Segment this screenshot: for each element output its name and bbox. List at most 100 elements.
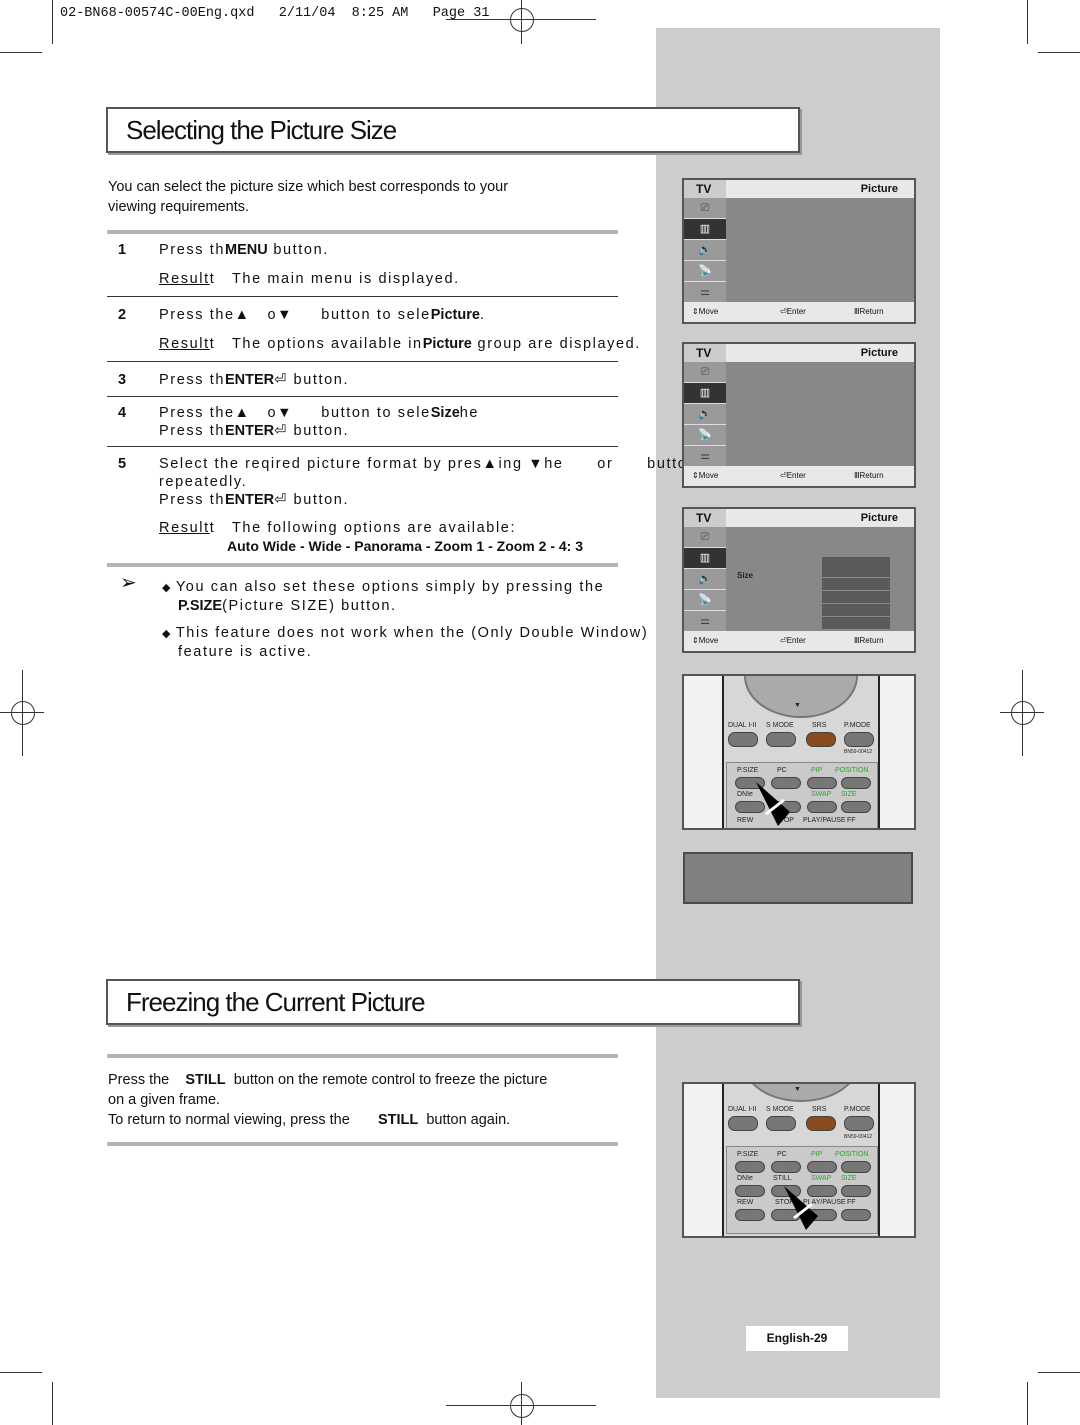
remote-label: FF bbox=[847, 817, 856, 824]
text: . bbox=[479, 307, 486, 323]
picture-icon: ▥ bbox=[684, 548, 726, 569]
text: Move bbox=[698, 471, 719, 480]
crop-mark bbox=[22, 670, 23, 756]
setup-icon: ⚌ bbox=[684, 282, 726, 303]
remote-label: S MODE bbox=[766, 722, 794, 729]
pmode-button bbox=[844, 732, 874, 747]
sound-icon: 🔈 bbox=[684, 240, 726, 261]
print-page-number: 31 bbox=[473, 6, 490, 21]
crop-mark bbox=[0, 1372, 42, 1373]
down-arrow-icon: ▼ bbox=[794, 702, 801, 709]
remote-label: PLAY/PAUSE bbox=[803, 817, 846, 824]
remote-label: P.MODE bbox=[844, 1106, 871, 1113]
text: Press the bbox=[159, 405, 235, 421]
dpad bbox=[744, 1084, 858, 1102]
text: Move bbox=[698, 307, 719, 316]
dual-button bbox=[728, 732, 758, 747]
intro-line: viewing requirements. bbox=[108, 199, 250, 215]
ff-button bbox=[841, 1209, 871, 1221]
crop-mark bbox=[52, 0, 53, 44]
input-icon: ⎚ bbox=[684, 527, 726, 548]
up-arrow-icon: ▲ bbox=[482, 456, 499, 472]
section-title-box: Selecting the Picture Size bbox=[106, 107, 800, 153]
result-text: The following options are available: bbox=[231, 520, 517, 536]
pip-button bbox=[807, 1161, 837, 1173]
crop-mark bbox=[1038, 1372, 1080, 1373]
note-arrow-icon: ➢ bbox=[120, 572, 137, 594]
psize-button bbox=[735, 1161, 765, 1173]
enter-button-label: ENTER bbox=[225, 372, 275, 388]
down-arrow-icon: ▼ bbox=[277, 307, 294, 323]
size-label: Size bbox=[430, 405, 460, 421]
srs-button bbox=[806, 1116, 836, 1131]
position-button bbox=[841, 777, 871, 789]
text: button to sele bbox=[321, 405, 431, 421]
still-label: STILL bbox=[185, 1072, 226, 1088]
menu-icon-column: ⎚ ▥ 🔈 📡 ⚌ bbox=[684, 527, 726, 632]
pc-button bbox=[771, 1161, 801, 1173]
picture-label: Picture bbox=[422, 336, 472, 352]
rew-button bbox=[735, 1209, 765, 1221]
intro-line: You can select the picture size which be… bbox=[108, 179, 509, 195]
intro-text: You can select the picture size which be… bbox=[108, 177, 508, 217]
remote-label: PIP bbox=[811, 767, 823, 774]
text: The options available in bbox=[231, 336, 423, 352]
pmode-button bbox=[844, 1116, 874, 1131]
remote-label: REW bbox=[737, 1199, 754, 1206]
text: Return bbox=[859, 636, 884, 645]
text: This feature does not work when the (Onl… bbox=[175, 625, 649, 641]
remote-label: DUAL I-II bbox=[728, 1106, 757, 1113]
text: Return bbox=[859, 307, 884, 316]
bullet-icon: ◆ bbox=[162, 628, 171, 640]
enter-hint: ⏎ Enter bbox=[780, 302, 806, 322]
section-title: Selecting the Picture Size bbox=[126, 115, 397, 145]
section-title: Freezing the Current Picture bbox=[126, 987, 426, 1017]
text: Press th bbox=[159, 242, 225, 258]
enter-button-label: ENTER bbox=[225, 423, 275, 439]
enter-hint: ⏎ Enter bbox=[780, 466, 806, 486]
text: Press th bbox=[159, 492, 225, 508]
tv-label: TV bbox=[684, 344, 726, 362]
crop-mark bbox=[521, 0, 522, 44]
crop-mark bbox=[0, 52, 42, 53]
text: You can also set these options simply by… bbox=[175, 579, 605, 595]
remote-label: POSITION bbox=[835, 1151, 869, 1158]
menu-title: Picture bbox=[860, 347, 898, 359]
remote-label: STILL bbox=[773, 1175, 792, 1182]
dpad bbox=[744, 676, 858, 718]
divider bbox=[107, 361, 618, 362]
step-number: 5 bbox=[118, 456, 127, 472]
menu-title: Picture bbox=[860, 512, 898, 524]
remote-label: SRS bbox=[812, 722, 827, 729]
text: Enter bbox=[786, 307, 806, 316]
text: ing bbox=[498, 456, 523, 472]
remote-label: PC bbox=[777, 1151, 787, 1158]
registration-mark bbox=[11, 701, 35, 725]
pointer-hand-icon bbox=[784, 1186, 818, 1230]
section-title-box: Freezing the Current Picture bbox=[106, 979, 800, 1025]
crop-mark bbox=[1027, 0, 1028, 44]
text: Press th bbox=[159, 423, 225, 439]
size-button bbox=[841, 801, 871, 813]
channel-icon: 📡 bbox=[684, 261, 726, 282]
smode-button bbox=[766, 1116, 796, 1131]
remote-label: SIZE bbox=[841, 791, 857, 798]
tv-label: TV bbox=[684, 509, 726, 527]
text: he bbox=[459, 405, 480, 421]
remote-label: FF bbox=[847, 1199, 856, 1206]
smode-button bbox=[766, 732, 796, 747]
crop-mark bbox=[446, 1405, 596, 1406]
text: button to sele bbox=[321, 307, 431, 323]
srs-button bbox=[806, 732, 836, 747]
crop-mark bbox=[1027, 1382, 1028, 1425]
text: button. bbox=[287, 423, 350, 439]
return-hint: Ⅲ Return bbox=[854, 466, 884, 486]
step-number: 4 bbox=[118, 405, 127, 421]
step-number: 1 bbox=[118, 242, 127, 258]
print-time: 8:25 AM bbox=[351, 6, 409, 21]
text: Press the bbox=[159, 307, 235, 323]
divider bbox=[107, 446, 618, 447]
setup-icon: ⚌ bbox=[684, 611, 726, 632]
text: t bbox=[209, 336, 216, 352]
note-1: ◆ You can also set these options simply … bbox=[162, 578, 604, 615]
